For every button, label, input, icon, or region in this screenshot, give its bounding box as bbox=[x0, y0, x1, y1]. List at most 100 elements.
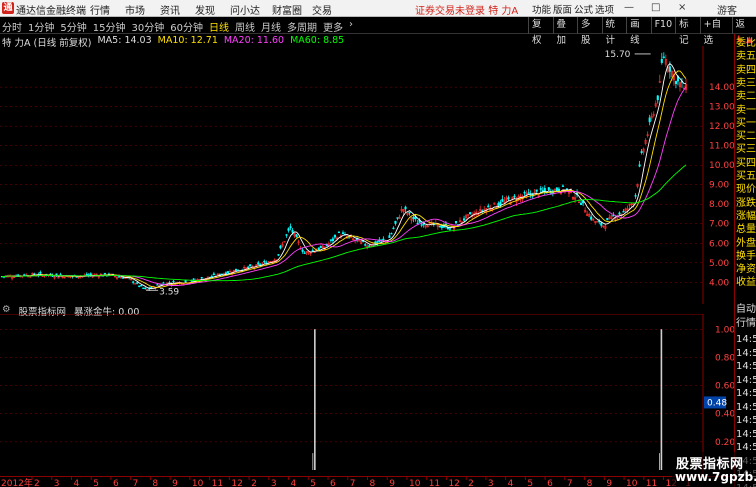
menu-item-shichang[interactable]: 市场 bbox=[125, 2, 160, 17]
candle-body bbox=[555, 187, 558, 191]
candle-body bbox=[438, 225, 441, 228]
more-arrow-icon[interactable]: › bbox=[349, 19, 353, 34]
sidebar-time: 14:5 bbox=[736, 388, 756, 399]
menu-item-gongshi[interactable]: 公式 bbox=[574, 2, 595, 16]
candlestick-chart[interactable]: 14.00 13.00 12.00 11.00 10.00 9.00 8.00 7.00 6.0… bbox=[0, 46, 734, 304]
menu-item-zixun[interactable]: 资讯 bbox=[160, 2, 195, 17]
candle-body bbox=[638, 164, 641, 167]
candle-body bbox=[612, 215, 615, 217]
candle-body bbox=[580, 202, 583, 205]
price-tick-label: 13.00 bbox=[709, 103, 734, 113]
tool-tongji-button[interactable]: 统计 bbox=[601, 17, 627, 46]
menu-item-hangqing[interactable]: 行情 bbox=[90, 2, 125, 17]
candle-body bbox=[376, 241, 379, 243]
tool-huaxian-button[interactable]: 画线 bbox=[626, 17, 651, 46]
sidebar-field-label: 卖二 bbox=[736, 91, 756, 103]
candle-body bbox=[212, 273, 215, 276]
tool-fuquan-button[interactable]: 复权 bbox=[528, 17, 553, 46]
candle-body bbox=[547, 187, 550, 190]
period-tab[interactable]: 多周期 bbox=[287, 19, 317, 34]
candle-body bbox=[499, 201, 502, 206]
menu-item-faxian[interactable]: 发现 bbox=[195, 2, 230, 17]
maximize-button[interactable]: □ bbox=[651, 2, 660, 13]
candle-body bbox=[291, 230, 294, 233]
month-label: 4 bbox=[508, 479, 514, 487]
minimize-button[interactable]: — bbox=[624, 2, 634, 13]
period-tab[interactable]: 分时 bbox=[2, 19, 22, 34]
candle-body bbox=[523, 192, 526, 194]
tool-diejia-button[interactable]: 叠加 bbox=[552, 17, 578, 46]
app-title: 通达信金融终端 bbox=[16, 6, 86, 17]
price-tick-label: 7.00 bbox=[709, 220, 729, 230]
indicator-tick-label: 1.00 bbox=[715, 325, 734, 335]
period-tab[interactable]: 月线 bbox=[261, 19, 281, 34]
candle-body bbox=[184, 280, 187, 283]
candle-body bbox=[317, 247, 320, 251]
tool-biaoji-button[interactable]: 标记 bbox=[675, 17, 700, 46]
ma5-line bbox=[2, 62, 687, 290]
month-label: 7 bbox=[567, 479, 573, 487]
close-button[interactable]: × bbox=[678, 2, 686, 13]
candle-body bbox=[469, 212, 472, 215]
tool-zixuan-button[interactable]: +自选 bbox=[699, 17, 732, 46]
period-tab[interactable]: 周线 bbox=[235, 19, 255, 34]
candle-body bbox=[674, 81, 677, 85]
period-tab[interactable]: 更多 bbox=[323, 19, 343, 34]
sidebar-field-label: 卖五 bbox=[736, 51, 756, 63]
sidebar-field-label: 买三 bbox=[736, 144, 756, 156]
sidebar-field-label: 净资 bbox=[736, 264, 756, 276]
month-label: 7 bbox=[133, 479, 139, 487]
tool-fanhui-button[interactable]: 返回 bbox=[731, 17, 756, 46]
tool-duogu-button[interactable]: 多股 bbox=[577, 17, 602, 46]
indicator-chart[interactable]: 1.00 0.80 0.60 0.40 0.20 0.48 bbox=[0, 314, 734, 476]
period-tab[interactable]: 1分钟 bbox=[28, 19, 54, 34]
month-label: 8 bbox=[152, 479, 158, 487]
candle-body bbox=[279, 245, 282, 249]
candle-body bbox=[368, 245, 371, 247]
period-tab[interactable]: 5分钟 bbox=[60, 19, 86, 34]
period-tab[interactable]: 60分钟 bbox=[170, 19, 203, 34]
guest-label[interactable]: 游客 bbox=[717, 2, 737, 17]
menu-item-caifuquan[interactable]: 财富圈 bbox=[272, 2, 312, 17]
candle-body bbox=[247, 266, 250, 269]
candle-body bbox=[590, 216, 593, 220]
period-tab[interactable]: 15分钟 bbox=[93, 19, 126, 34]
candle-body bbox=[210, 275, 213, 278]
menu-item-gongneng[interactable]: 功能 bbox=[532, 2, 553, 16]
tool-f10-button[interactable]: F10 bbox=[650, 17, 676, 34]
candle-body bbox=[39, 271, 42, 274]
month-label: 6 bbox=[113, 479, 119, 487]
ma60-line bbox=[2, 164, 687, 282]
candle-body bbox=[150, 286, 153, 289]
month-label: 9 bbox=[389, 479, 395, 487]
month-label: 3 bbox=[488, 479, 494, 487]
menu-item-jiaoyi[interactable]: 交易 bbox=[312, 2, 347, 17]
price-tick-label: 12.00 bbox=[709, 122, 734, 132]
candle-body bbox=[662, 56, 665, 58]
sidebar-section-auto: 自动 bbox=[736, 304, 756, 315]
candle-body bbox=[140, 285, 143, 287]
candle-body bbox=[527, 192, 530, 194]
candle-body bbox=[295, 234, 298, 238]
period-tab[interactable]: 30分钟 bbox=[131, 19, 164, 34]
price-tick-label: 9.00 bbox=[709, 181, 729, 191]
candle-body bbox=[287, 228, 290, 231]
month-label: 6 bbox=[330, 479, 336, 487]
menu-item-xuanxiang[interactable]: 选项 bbox=[595, 2, 616, 16]
month-label: 6 bbox=[547, 479, 553, 487]
month-label: 2 bbox=[34, 479, 40, 487]
candle-body bbox=[136, 282, 139, 284]
menu-item-wenxiaoda[interactable]: 问小达 bbox=[230, 2, 272, 17]
price-tick-label: 4.00 bbox=[709, 278, 729, 288]
date-axis: 2012年 2 3 4 5 6 7 8 9 10 11 12 2 3 4 5 6 7 8 9 10 11 12 2 3 4 5 6 7 8… bbox=[0, 476, 734, 487]
month-label: 10 bbox=[409, 479, 421, 487]
menu-item-banmian[interactable]: 版面 bbox=[553, 2, 574, 16]
login-status[interactable]: 证券交易未登录 特 力A bbox=[415, 2, 518, 17]
period-tab[interactable]: 日线 bbox=[209, 19, 229, 34]
price-tick-label: 14.00 bbox=[709, 83, 734, 93]
candle-body bbox=[257, 262, 260, 265]
candle-body bbox=[440, 226, 443, 229]
month-label: 2 bbox=[251, 479, 257, 487]
candle-body bbox=[507, 197, 510, 200]
candle-body bbox=[543, 188, 546, 192]
